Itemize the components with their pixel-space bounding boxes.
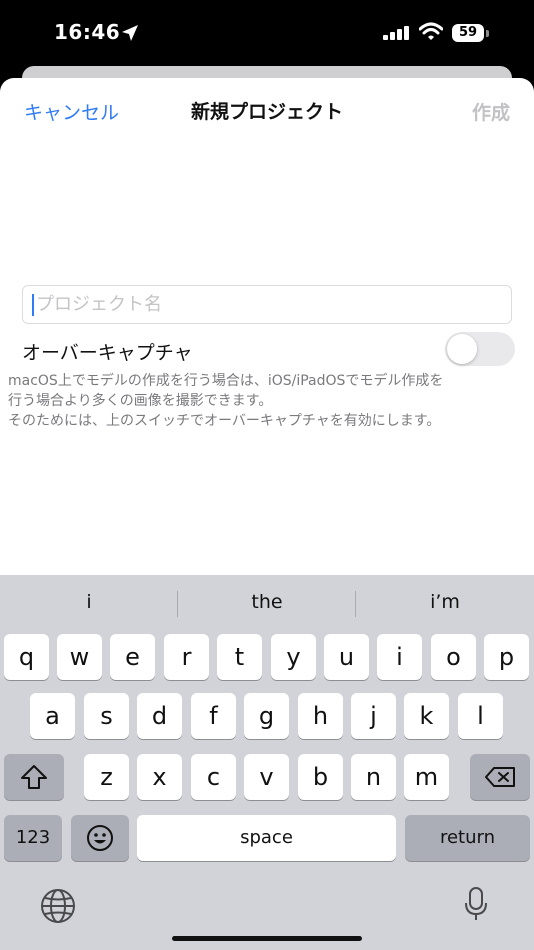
globe-icon[interactable] [40, 888, 76, 924]
overcapture-toggle[interactable] [445, 332, 515, 366]
battery-level: 59 [452, 24, 484, 42]
return-key[interactable]: return [405, 815, 530, 861]
key[interactable]: j [351, 693, 396, 739]
battery-tip [486, 30, 489, 37]
key[interactable]: q [4, 634, 49, 680]
wifi-icon [419, 22, 443, 40]
key[interactable]: z [84, 754, 129, 800]
overcapture-description: macOS上でモデルの作成を行う場合は、iOS/iPadOSでモデル作成を 行う… [8, 371, 532, 431]
text-caret [32, 294, 34, 316]
suggestion-bar: i the i’m [0, 575, 534, 631]
shift-icon [21, 765, 47, 789]
suggestion-item[interactable]: the [178, 591, 356, 613]
suggestion-item[interactable]: i [0, 591, 178, 613]
status-time: 16:46 [54, 20, 121, 44]
key[interactable]: b [298, 754, 343, 800]
project-name-input[interactable] [36, 286, 496, 323]
numbers-key[interactable]: 123 [4, 815, 62, 861]
description-line: macOS上でモデルの作成を行う場合は、iOS/iPadOSでモデル作成を [8, 373, 444, 389]
key[interactable]: x [137, 754, 182, 800]
key[interactable]: l [458, 693, 503, 739]
key[interactable]: g [244, 693, 289, 739]
mic-icon[interactable] [464, 886, 488, 922]
key[interactable]: i [377, 634, 422, 680]
key[interactable]: e [110, 634, 155, 680]
key[interactable]: c [191, 754, 236, 800]
key[interactable]: s [84, 693, 129, 739]
key[interactable]: t [217, 634, 262, 680]
key[interactable]: f [191, 693, 236, 739]
project-name-field[interactable] [22, 285, 512, 324]
key[interactable]: k [404, 693, 449, 739]
key[interactable]: d [137, 693, 182, 739]
key[interactable]: w [57, 634, 102, 680]
delete-icon [485, 767, 515, 787]
create-button[interactable]: 作成 [472, 98, 510, 125]
overcapture-label: オーバーキャプチャ [22, 342, 193, 364]
key[interactable]: y [271, 634, 316, 680]
shift-key[interactable] [4, 754, 64, 800]
cellular-signal-icon [383, 26, 409, 40]
key[interactable]: m [404, 754, 449, 800]
toggle-knob [447, 334, 477, 364]
key[interactable]: u [324, 634, 369, 680]
new-project-sheet: キャンセル 新規プロジェクト 作成 オーバーキャプチャ macOS上でモデルの作… [0, 78, 534, 598]
key[interactable]: r [164, 634, 209, 680]
suggestion-item[interactable]: i’m [356, 591, 534, 613]
description-line: 行う場合より多くの画像を撮影できます。 [8, 393, 273, 409]
keyboard: i the i’m q w e r t y u i o p a s d f g … [0, 575, 534, 950]
emoji-key[interactable] [71, 815, 129, 861]
key[interactable]: v [244, 754, 289, 800]
page-title: 新規プロジェクト [190, 101, 343, 123]
delete-key[interactable] [470, 754, 530, 800]
status-bar: 16:46 59 [0, 0, 534, 66]
key[interactable]: a [30, 693, 75, 739]
key[interactable]: n [351, 754, 396, 800]
emoji-icon [87, 825, 113, 851]
space-key[interactable]: space [137, 815, 396, 861]
key[interactable]: h [298, 693, 343, 739]
location-arrow-icon [122, 25, 138, 41]
home-indicator [172, 936, 362, 941]
description-line: そのためには、上のスイッチでオーバーキャプチャを有効にします。 [8, 413, 441, 429]
key[interactable]: p [484, 634, 529, 680]
key[interactable]: o [431, 634, 476, 680]
